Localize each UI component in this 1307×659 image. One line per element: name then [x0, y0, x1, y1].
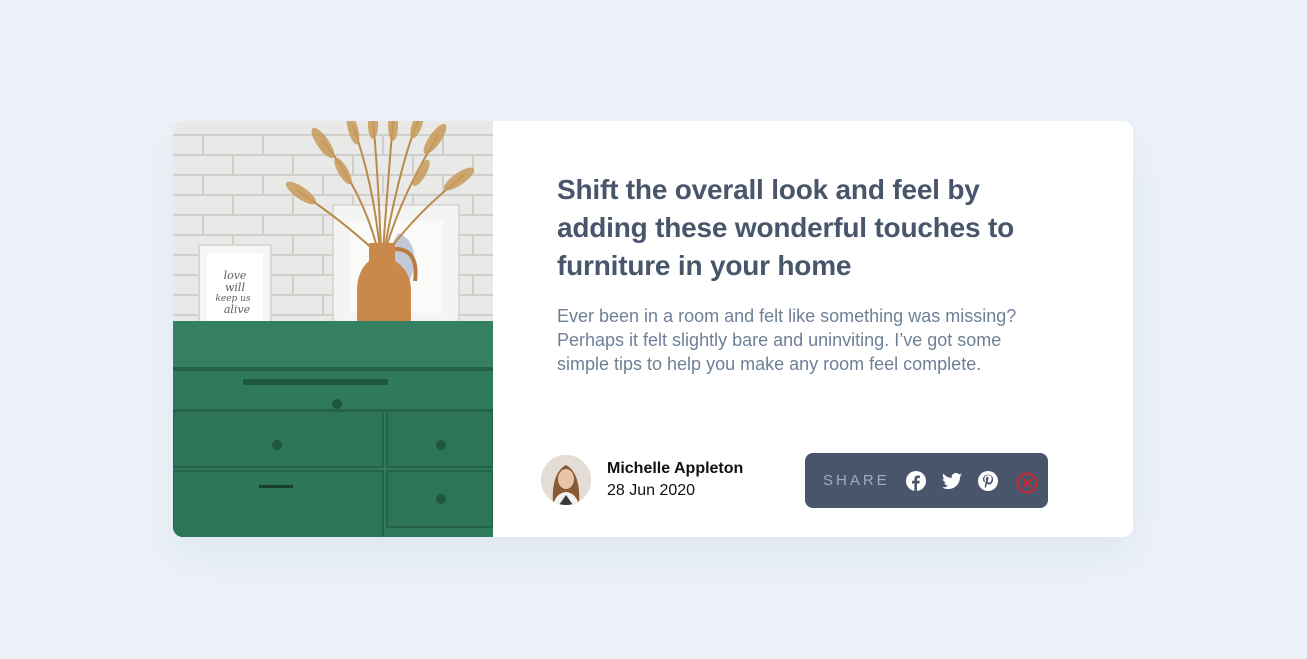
- publish-date: 28 Jun 2020: [607, 482, 696, 499]
- article-title: Shift the overall look and feel by addin…: [557, 174, 1014, 281]
- avatar: [541, 455, 591, 505]
- svg-text:will: will: [225, 281, 245, 294]
- share-panel: SHARE: [805, 453, 1048, 508]
- author-block: Michelle Appleton 28 Jun 2020: [541, 455, 743, 505]
- article-image: love will keep us alive: [173, 121, 493, 537]
- pinterest-icon[interactable]: [977, 470, 998, 491]
- article-excerpt: Ever been in a room and felt like someth…: [557, 306, 1017, 374]
- article-content: Shift the overall look and feel by addin…: [493, 121, 1133, 537]
- article-preview-card: love will keep us alive Shift the overal…: [173, 121, 1133, 537]
- svg-text:alive: alive: [224, 303, 251, 316]
- twitter-icon[interactable]: [941, 471, 962, 491]
- close-icon[interactable]: [1016, 472, 1038, 494]
- facebook-icon[interactable]: [905, 470, 926, 491]
- share-label: SHARE: [823, 472, 890, 489]
- author-name: Michelle Appleton: [607, 460, 744, 477]
